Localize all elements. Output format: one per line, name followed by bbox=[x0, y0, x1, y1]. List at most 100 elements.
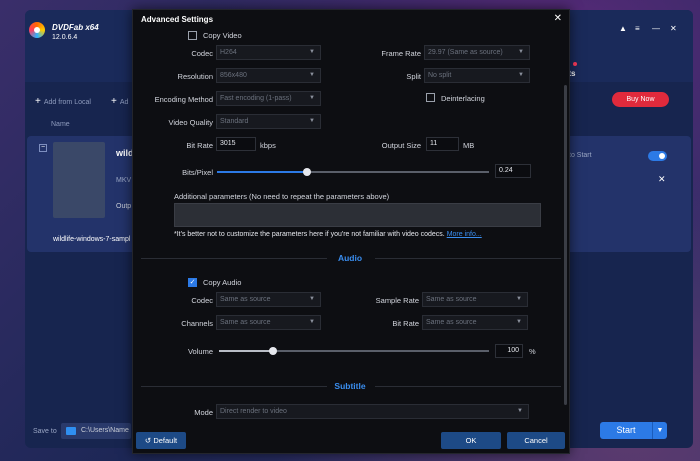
video-codec-select[interactable]: H264 ▼ bbox=[216, 45, 321, 60]
frame-rate-label: Frame Rate bbox=[381, 49, 421, 58]
output-size-label: Output Size bbox=[381, 141, 421, 150]
chevron-down-icon: ▼ bbox=[518, 72, 524, 78]
copy-audio-label: Copy Audio bbox=[203, 278, 242, 287]
bit-rate-label: Bit Rate bbox=[186, 141, 213, 150]
chevron-down-icon: ▼ bbox=[309, 319, 315, 325]
video-quality-label: Video Quality bbox=[168, 118, 213, 127]
app-version: 12.0.6.4 bbox=[52, 34, 78, 41]
volume-slider-knob[interactable] bbox=[269, 347, 277, 355]
subtitle-section-title: Subtitle bbox=[334, 381, 366, 391]
chevron-down-icon: ▼ bbox=[309, 95, 315, 101]
encoding-method-label: Encoding Method bbox=[154, 95, 213, 104]
chevron-down-icon: ▼ bbox=[309, 49, 315, 55]
default-button[interactable]: ↺ Default bbox=[136, 432, 186, 449]
additional-parameters-input[interactable] bbox=[174, 203, 541, 227]
audio-codec-label: Codec bbox=[191, 296, 213, 305]
divider bbox=[141, 258, 327, 259]
start-button[interactable]: Start bbox=[600, 422, 652, 439]
chevron-down-icon: ▼ bbox=[516, 296, 522, 302]
codec-note: *It's better not to customize the parame… bbox=[174, 231, 482, 238]
column-header-name: Name bbox=[51, 121, 70, 128]
divider bbox=[141, 386, 327, 387]
output-size-unit: MB bbox=[463, 141, 475, 150]
notification-dot bbox=[573, 62, 577, 66]
start-dropdown-button[interactable]: ▼ bbox=[652, 422, 667, 439]
bits-pixel-slider-fill bbox=[217, 171, 307, 173]
save-path-field[interactable]: C:\Users\Name bbox=[61, 423, 131, 439]
dvdfab-logo-icon bbox=[29, 22, 45, 38]
audio-section-title: Audio bbox=[337, 253, 363, 263]
resolution-label: Resolution bbox=[177, 72, 213, 81]
volume-unit: % bbox=[529, 347, 536, 356]
file-fullname: wildlife-windows-7-sampl bbox=[53, 236, 131, 243]
file-thumbnail bbox=[53, 142, 105, 218]
deinterlacing-checkbox[interactable] bbox=[426, 93, 435, 102]
sample-rate-select[interactable]: Same as source ▼ bbox=[422, 292, 528, 307]
plus-icon: + bbox=[111, 96, 117, 107]
dialog-scrollbar[interactable] bbox=[564, 85, 567, 405]
audio-codec-select[interactable]: Same as source ▼ bbox=[216, 292, 321, 307]
bits-pixel-slider-knob[interactable] bbox=[303, 168, 311, 176]
encoding-method-select[interactable]: Fast encoding (1-pass) ▼ bbox=[216, 91, 321, 106]
resolution-select[interactable]: 856x480 ▼ bbox=[216, 68, 321, 83]
add-button[interactable]: + Ad bbox=[111, 96, 128, 107]
buy-now-button[interactable]: Buy Now bbox=[612, 92, 669, 107]
ok-button[interactable]: OK bbox=[441, 432, 501, 449]
close-icon[interactable]: ✕ bbox=[554, 13, 562, 24]
audio-bit-rate-select[interactable]: Same as source ▼ bbox=[422, 315, 528, 330]
remove-file-icon[interactable]: ✕ bbox=[658, 174, 666, 185]
sample-rate-label: Sample Rate bbox=[375, 296, 419, 305]
window-close-icon[interactable]: ✕ bbox=[670, 24, 677, 33]
channels-label: Channels bbox=[181, 319, 213, 328]
volume-slider-fill bbox=[219, 350, 273, 352]
app-name: DVDFab x64 bbox=[52, 23, 99, 32]
chevron-down-icon: ▼ bbox=[309, 118, 315, 124]
bit-rate-unit: kbps bbox=[260, 141, 276, 150]
frame-rate-select[interactable]: 29.97 (Same as source) ▼ bbox=[424, 45, 530, 60]
minimize-icon[interactable]: — bbox=[652, 24, 660, 33]
codec-label: Codec bbox=[191, 49, 213, 58]
channels-select[interactable]: Same as source ▼ bbox=[216, 315, 321, 330]
folder-icon bbox=[66, 427, 76, 435]
chevron-down-icon: ▼ bbox=[517, 408, 523, 414]
more-info-link[interactable]: More info... bbox=[447, 231, 482, 238]
bits-pixel-input[interactable]: 0.24 bbox=[495, 164, 531, 178]
audio-bit-rate-label: Bit Rate bbox=[392, 319, 419, 328]
bit-rate-input[interactable]: 3015 bbox=[216, 137, 256, 151]
convert-label: to Start bbox=[569, 152, 592, 159]
chevron-down-icon: ▼ bbox=[516, 319, 522, 325]
split-select[interactable]: No split ▼ bbox=[424, 68, 530, 83]
file-output: Outp bbox=[116, 203, 132, 210]
chevron-down-icon: ▼ bbox=[309, 296, 315, 302]
subtitle-mode-select[interactable]: Direct render to video ▼ bbox=[216, 404, 529, 419]
file-title: wild bbox=[116, 148, 134, 158]
divider bbox=[375, 386, 561, 387]
copy-audio-checkbox[interactable]: ✓ bbox=[188, 278, 197, 287]
additional-parameters-label: Additional parameters (No need to repeat… bbox=[174, 192, 390, 201]
chevron-down-icon: ▼ bbox=[309, 72, 315, 78]
dialog-title: Advanced Settings bbox=[141, 15, 214, 24]
deinterlacing-label: Deinterlacing bbox=[441, 94, 485, 103]
advanced-settings-dialog: Advanced Settings ✕ Copy Video Codec H26… bbox=[132, 9, 570, 454]
volume-label: Volume bbox=[187, 347, 213, 356]
convert-toggle[interactable] bbox=[648, 151, 667, 161]
file-format: MKV bbox=[116, 177, 132, 184]
chevron-down-icon: ▼ bbox=[518, 49, 524, 55]
shirt-icon[interactable]: ▲ bbox=[619, 24, 627, 33]
split-label: Split bbox=[406, 72, 421, 81]
copy-video-checkbox[interactable] bbox=[188, 31, 197, 40]
file-checkbox[interactable]: − bbox=[39, 144, 47, 152]
copy-video-label: Copy Video bbox=[203, 31, 242, 40]
reset-icon: ↺ bbox=[144, 436, 152, 445]
plus-icon: + bbox=[35, 96, 41, 107]
video-quality-select[interactable]: Standard ▼ bbox=[216, 114, 321, 129]
volume-input[interactable]: 100 bbox=[495, 344, 523, 358]
cancel-button[interactable]: Cancel bbox=[507, 432, 565, 449]
subtitle-mode-label: Mode bbox=[194, 408, 213, 417]
save-to-label: Save to bbox=[33, 428, 57, 435]
add-from-local-button[interactable]: + Add from Local bbox=[35, 96, 91, 107]
divider bbox=[375, 258, 561, 259]
bits-pixel-label: Bits/Pixel bbox=[182, 168, 213, 177]
menu-icon[interactable]: ≡ bbox=[635, 24, 640, 33]
output-size-input[interactable]: 11 bbox=[426, 137, 459, 151]
